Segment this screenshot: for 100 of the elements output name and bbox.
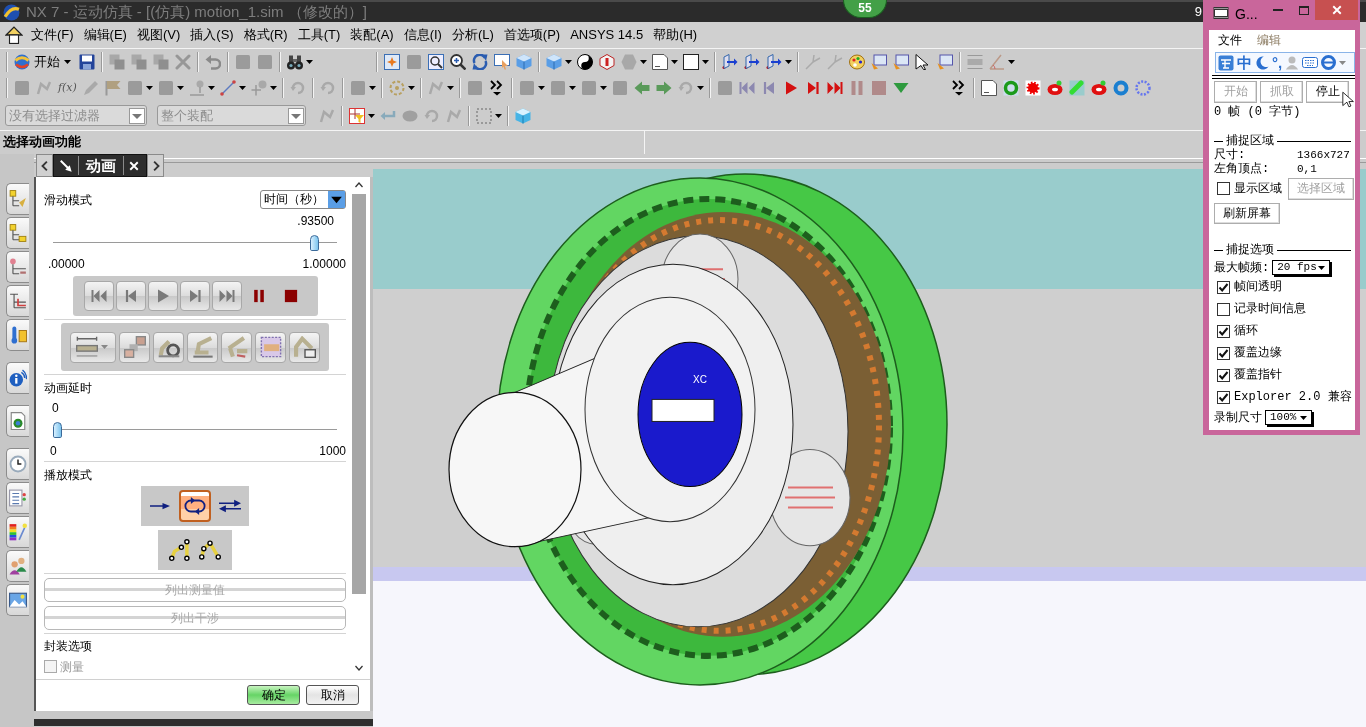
scrollbar-thumb[interactable] [352,194,366,594]
palette-icon[interactable] [849,54,865,70]
page-icon[interactable] [980,80,997,96]
torus-icon[interactable] [1090,80,1107,96]
gear-assembly-drawing[interactable] [448,173,948,686]
input-mode-toggle[interactable]: 中 [1237,54,1252,71]
step-back-button[interactable] [116,281,146,311]
caret-icon[interactable] [269,86,277,90]
caret-icon[interactable] [238,86,246,90]
menu-item[interactable]: ANSYS 14.5 [568,26,646,44]
caret-icon[interactable] [407,86,415,90]
start-button[interactable]: 开始 [14,53,73,71]
cube-icon[interactable] [516,54,532,70]
ring-icon[interactable] [1112,80,1129,96]
gear-icon[interactable] [1024,80,1041,96]
checkbox[interactable] [1217,302,1230,316]
size-dropdown[interactable]: 100% [1265,410,1312,425]
caret-icon[interactable] [368,113,375,118]
frame-icon[interactable] [384,54,400,70]
cube-icon[interactable] [515,107,531,124]
menu-item[interactable]: 格式(R) [241,26,290,44]
resource-tab[interactable] [6,217,29,249]
window-icon[interactable] [937,54,953,70]
maximize-icon[interactable] [1298,5,1309,15]
screen-icon[interactable] [494,54,510,70]
arrow-icon[interactable] [60,159,72,172]
caret-icon[interactable] [495,113,502,118]
slider-thumb[interactable] [310,235,320,251]
caret-icon[interactable] [368,86,376,90]
page-icon[interactable] [652,54,668,70]
skip-to-start-icon[interactable] [738,80,755,96]
next-tab-button[interactable] [147,154,164,177]
keyboard-icon[interactable] [1302,57,1319,68]
resource-tab[interactable] [6,516,29,548]
box-arrow-icon[interactable] [722,54,738,70]
menu-item[interactable]: 首选项(P) [501,26,563,44]
caret-icon[interactable] [785,60,792,64]
rotate-icon[interactable] [472,54,488,70]
function-button[interactable]: f(x) [58,80,77,96]
skip-to-end-icon[interactable] [826,80,843,96]
caret-icon[interactable] [176,86,184,90]
checkbox[interactable] [1217,182,1230,195]
slide-mode-dropdown[interactable]: 时间（秒） [260,190,346,209]
resource-tab[interactable] [6,362,29,394]
skip-to-end-button[interactable] [212,281,242,311]
resource-tab[interactable] [6,448,29,480]
menu-item[interactable]: 插入(S) [188,26,236,44]
zoom-icon[interactable] [450,54,466,70]
ring-icon[interactable] [1002,80,1019,96]
torus-icon[interactable] [1046,80,1063,96]
caret-icon[interactable] [599,86,607,90]
chevron-up-icon[interactable] [354,181,364,189]
step-forward-button[interactable] [180,281,210,311]
checkbox[interactable] [1217,390,1230,404]
input-method-icon[interactable] [1218,54,1234,71]
caret-icon[interactable] [565,60,572,64]
caret-icon[interactable] [702,60,709,64]
caret-icon[interactable] [306,60,313,64]
caret-icon[interactable] [537,86,545,90]
tool-button[interactable] [289,331,320,363]
tool-button[interactable] [153,331,184,363]
resource-tab[interactable] [6,405,29,437]
menu-item[interactable]: 文件 [1218,31,1242,49]
moon-icon[interactable] [1255,55,1269,70]
menu-item[interactable]: 帮助(H) [651,26,700,44]
refresh-button[interactable]: 刷新屏幕 [1214,203,1280,224]
resource-tab[interactable] [6,319,29,351]
punctuation-toggle[interactable]: °, [1272,54,1283,71]
caret-icon[interactable] [696,86,704,90]
checkbox[interactable] [1217,324,1230,338]
tool-button[interactable] [119,331,150,363]
square-outline-icon[interactable] [683,54,699,70]
checkbox[interactable] [1217,280,1230,294]
ok-button[interactable]: 确定 [247,685,300,705]
window-icon[interactable] [871,54,887,70]
tool-button[interactable] [70,331,116,363]
filter-icon[interactable] [349,107,365,124]
chevron-down-icon[interactable] [354,664,364,672]
pause-icon[interactable] [252,288,266,304]
fps-dropdown[interactable]: 20 fps [1272,260,1331,275]
caret-icon[interactable] [207,86,215,90]
caret-icon[interactable] [446,86,454,90]
caret-icon[interactable] [1008,60,1015,64]
play-button[interactable] [148,281,178,311]
ring-icon[interactable] [1321,55,1337,70]
close-icon[interactable] [129,160,139,171]
resource-tab[interactable] [6,251,29,283]
checkbox[interactable] [1217,346,1230,360]
undo-icon[interactable] [205,54,221,70]
tool-button[interactable] [255,331,286,363]
box-icon[interactable] [599,54,615,70]
box-arrow-icon[interactable] [744,54,760,70]
resource-tab[interactable] [6,550,29,582]
resource-tab[interactable] [6,183,29,215]
menu-item[interactable]: 工具(T) [295,26,343,44]
double-chevron-icon[interactable] [488,80,505,96]
slider-thumb[interactable] [53,422,62,438]
cursor-icon[interactable] [915,54,931,70]
menu-item[interactable]: 装配(A) [348,26,396,44]
checkbox[interactable] [1217,368,1230,382]
